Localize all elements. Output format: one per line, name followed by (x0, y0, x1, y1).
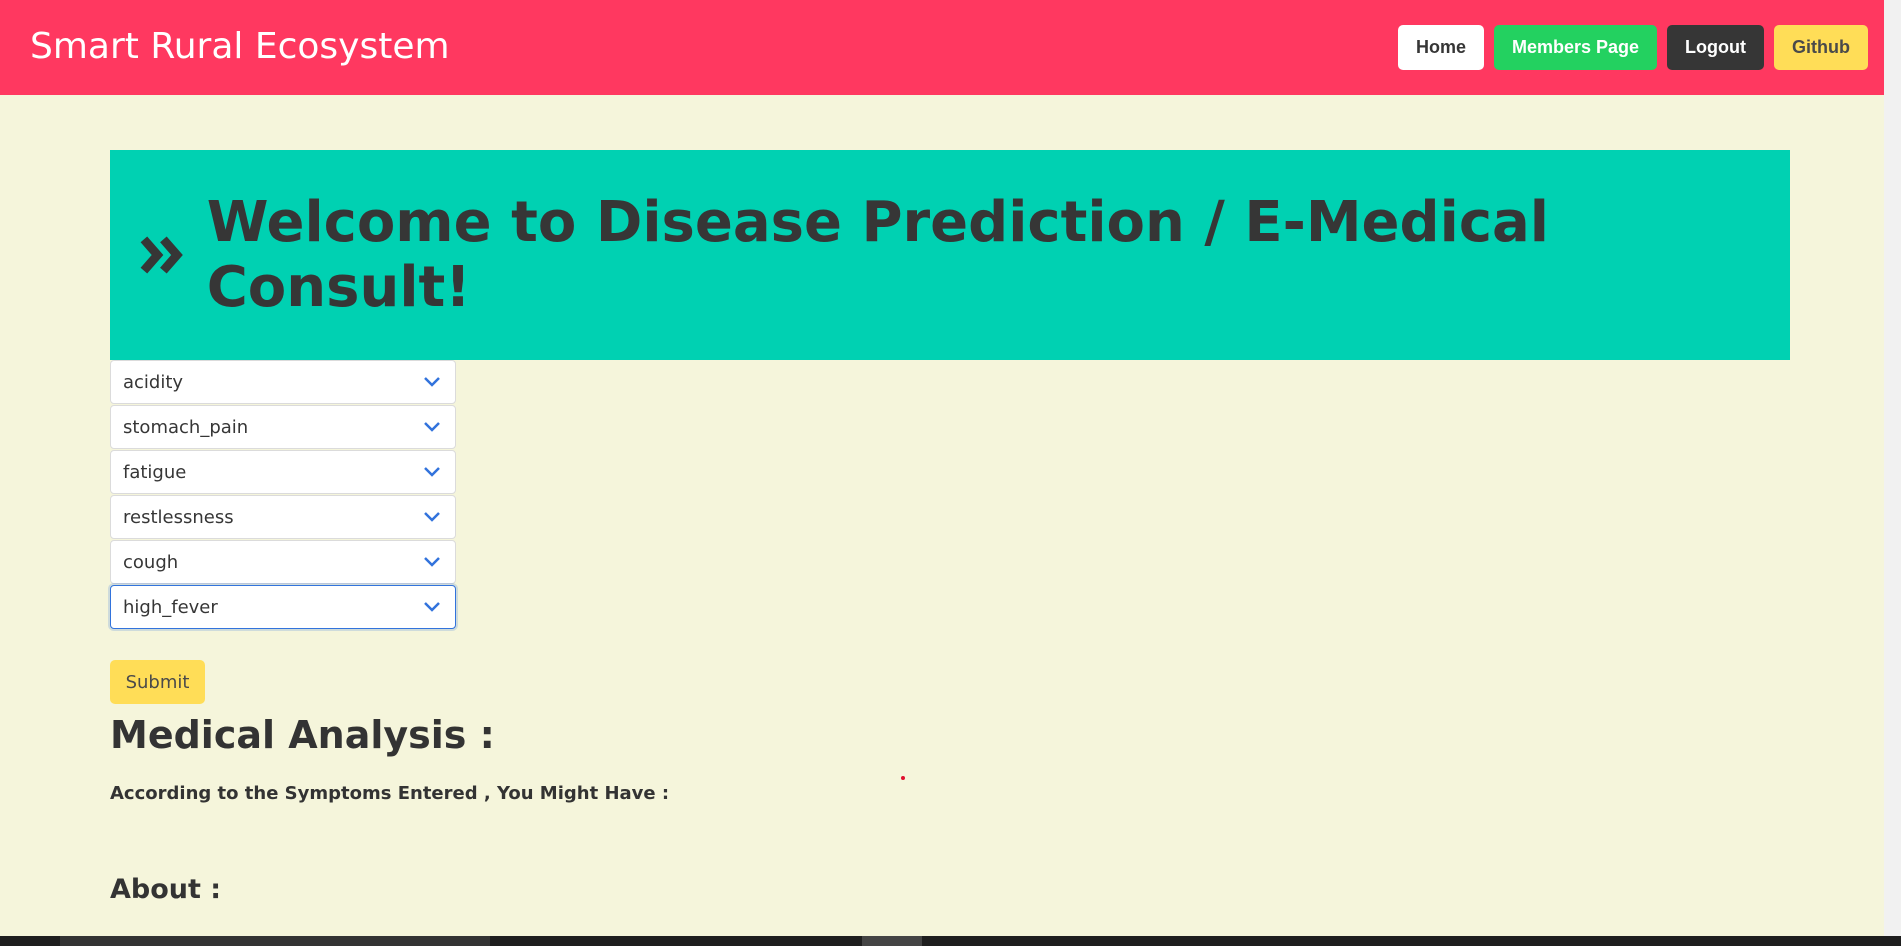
chevron-down-icon (424, 422, 440, 432)
submit-button[interactable]: Submit (110, 660, 205, 704)
hero-banner: Welcome to Disease Prediction / E-Medica… (110, 150, 1790, 360)
page-title: Welcome to Disease Prediction / E-Medica… (140, 190, 1790, 320)
chevron-down-icon (424, 602, 440, 612)
home-button[interactable]: Home (1397, 25, 1484, 70)
navbar: Smart Rural Ecosystem Home Members Page … (0, 0, 1884, 95)
taskbar (0, 936, 1901, 946)
about-heading: About : (110, 874, 222, 905)
symptom-select-4[interactable]: restlessness (110, 495, 456, 539)
symptom-select-2[interactable]: stomach_pain (110, 405, 456, 449)
github-button[interactable]: Github (1774, 25, 1868, 70)
scrollbar[interactable] (1884, 0, 1901, 936)
logout-button[interactable]: Logout (1667, 25, 1765, 70)
chevron-down-icon (424, 377, 440, 387)
symptom-select-3[interactable]: fatigue (110, 450, 456, 494)
members-page-button[interactable]: Members Page (1493, 25, 1658, 70)
taskbar-item[interactable] (60, 936, 490, 946)
symptom-select-6[interactable]: high_fever (110, 585, 456, 629)
cursor-dot (901, 776, 905, 780)
symptom-select-5[interactable]: cough (110, 540, 456, 584)
analysis-heading: Medical Analysis : (110, 713, 495, 757)
brand-title: Smart Rural Ecosystem (30, 26, 450, 67)
chevron-down-icon (424, 557, 440, 567)
analysis-subtitle: According to the Symptoms Entered , You … (110, 783, 670, 804)
double-chevron-right-icon (140, 236, 183, 274)
taskbar-item[interactable] (862, 936, 922, 946)
symptom-selects: acidity stomach_pain fatigue restlessnes… (110, 360, 456, 630)
chevron-down-icon (424, 512, 440, 522)
symptom-select-1[interactable]: acidity (110, 360, 456, 404)
chevron-down-icon (424, 467, 440, 477)
